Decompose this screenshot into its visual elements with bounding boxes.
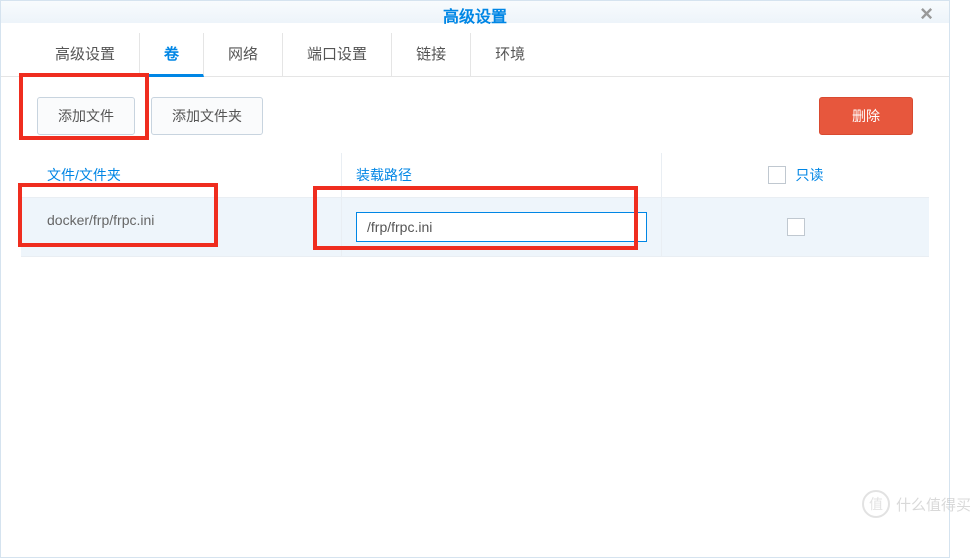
toolbar: 添加文件 添加文件夹 删除 xyxy=(1,77,949,153)
add-file-button[interactable]: 添加文件 xyxy=(37,97,135,135)
tab-env[interactable]: 环境 xyxy=(471,33,549,76)
cell-readonly xyxy=(661,198,929,256)
watermark-text: 什么值得买 xyxy=(896,494,971,515)
cell-file: docker/frp/frpc.ini xyxy=(21,198,341,256)
dialog: 高级设置 × 高级设置 卷 网络 端口设置 链接 环境 添加文件 添加文件夹 删… xyxy=(0,0,950,558)
watermark-icon: 值 xyxy=(862,490,890,518)
readonly-header-checkbox[interactable] xyxy=(768,166,786,184)
watermark: 值 什么值得买 xyxy=(862,490,971,518)
mount-path-input[interactable] xyxy=(356,212,647,242)
table-row[interactable]: docker/frp/frpc.ini xyxy=(21,198,929,257)
tab-links[interactable]: 链接 xyxy=(392,33,471,76)
readonly-label: 只读 xyxy=(796,165,824,185)
tab-volume[interactable]: 卷 xyxy=(140,33,204,77)
delete-button[interactable]: 删除 xyxy=(819,97,913,135)
tabs: 高级设置 卷 网络 端口设置 链接 环境 xyxy=(1,23,949,77)
tab-network[interactable]: 网络 xyxy=(204,33,283,76)
tab-advanced[interactable]: 高级设置 xyxy=(31,33,140,76)
volumes-table: 文件/文件夹 装载路径 只读 docker/frp/frpc.ini xyxy=(21,153,929,257)
col-header-readonly: 只读 xyxy=(661,153,929,197)
readonly-checkbox[interactable] xyxy=(787,218,805,236)
col-header-file[interactable]: 文件/文件夹 xyxy=(21,153,341,197)
dialog-title: 高级设置 xyxy=(443,9,507,26)
col-header-path[interactable]: 装载路径 xyxy=(341,153,661,197)
close-icon[interactable]: × xyxy=(920,1,933,27)
title-bar: 高级设置 × xyxy=(1,1,949,23)
cell-path xyxy=(341,198,661,256)
add-folder-button[interactable]: 添加文件夹 xyxy=(151,97,263,135)
table-header: 文件/文件夹 装载路径 只读 xyxy=(21,153,929,198)
empty-area xyxy=(1,257,949,557)
tab-ports[interactable]: 端口设置 xyxy=(283,33,392,76)
